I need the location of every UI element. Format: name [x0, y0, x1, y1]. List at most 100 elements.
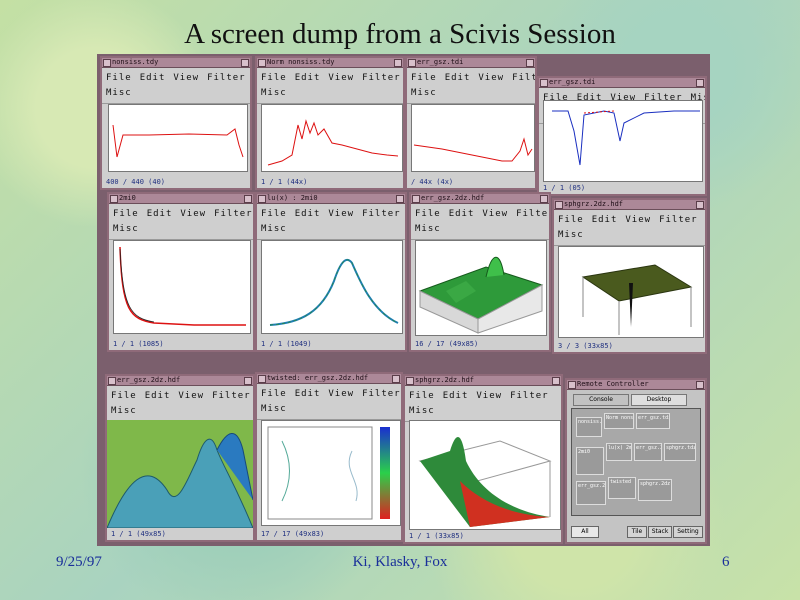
menu-filter[interactable]: Filter [362, 73, 401, 83]
window-menu-icon[interactable] [408, 59, 416, 67]
window-menu-icon[interactable] [555, 201, 563, 209]
menu-file[interactable]: File [415, 209, 441, 219]
window-err-gsz-1[interactable]: err_gsz.tdi File Edit View Filter Misc / 44x… [405, 56, 537, 190]
title-bar[interactable]: err_gsz.tdi [539, 78, 705, 88]
menu-view[interactable]: View [625, 215, 651, 225]
menu-view[interactable]: View [478, 73, 504, 83]
title-bar[interactable]: Remote Controller [567, 380, 705, 390]
menu-filter[interactable]: Filter [516, 209, 549, 219]
menu-view[interactable]: View [482, 209, 508, 219]
tab-console[interactable]: Console [573, 394, 629, 406]
preview-window[interactable]: sphgrz.2dz [638, 479, 672, 501]
window-menu-icon[interactable] [258, 59, 266, 67]
window-select-dropdown[interactable]: All [571, 526, 599, 538]
menu-file[interactable]: File [113, 209, 139, 219]
menu-filter[interactable]: Filter [362, 389, 401, 399]
window-sphgrz-2dz-2[interactable]: sphgrz.2dz.hdf File Edit View Filter Misc 1 … [403, 374, 563, 544]
preview-window[interactable]: 2mi0 [576, 447, 604, 475]
menu-edit[interactable]: Edit [295, 389, 321, 399]
menu-misc[interactable]: Misc [411, 88, 437, 98]
window-menu-icon[interactable] [568, 381, 576, 389]
title-bar[interactable]: 2mi0 [109, 194, 253, 204]
menu-filter[interactable]: Filter [362, 209, 401, 219]
window-err-gsz-2dz-2[interactable]: err_gsz.2dz.hdf File Edit View Filter Misc 1… [105, 374, 255, 542]
maximize-icon[interactable] [244, 377, 252, 385]
window-menu-icon[interactable] [540, 79, 548, 87]
title-bar[interactable]: err_gsz.tdi [407, 58, 535, 68]
maximize-icon[interactable] [392, 375, 400, 383]
preview-window[interactable]: err_gsz.2d [576, 481, 606, 505]
title-bar[interactable]: nonsiss.tdy [102, 58, 250, 68]
maximize-icon[interactable] [526, 59, 534, 67]
title-bar[interactable]: err_gsz.2dz.hdf [411, 194, 549, 204]
window-lux-2mi0[interactable]: lu(x) : 2mi0 File Edit View Filter Misc 1 / … [255, 192, 407, 352]
menu-edit[interactable]: Edit [295, 73, 321, 83]
maximize-icon[interactable] [396, 195, 404, 203]
preview-window[interactable]: nonsiss.1 [576, 417, 602, 437]
menu-filter[interactable]: Filter [207, 73, 246, 83]
window-err-gsz-2dz-1[interactable]: err_gsz.2dz.hdf File Edit View Filter Misc 1… [409, 192, 551, 352]
setting-button[interactable]: Setting [673, 526, 703, 538]
menu-filter[interactable]: Filter [212, 391, 251, 401]
menu-view[interactable]: View [476, 391, 502, 401]
window-menu-icon[interactable] [108, 377, 116, 385]
menu-view[interactable]: View [178, 391, 204, 401]
window-menu-icon[interactable] [103, 59, 111, 67]
menu-misc[interactable]: Misc [261, 224, 287, 234]
preview-window[interactable]: lu(x) 2mi0 [606, 443, 632, 461]
window-menu-icon[interactable] [406, 377, 414, 385]
preview-window[interactable]: sphgrz.tdz [664, 443, 696, 461]
menu-view[interactable]: View [180, 209, 206, 219]
menu-misc[interactable]: Misc [261, 88, 287, 98]
menu-misc[interactable]: Misc [106, 88, 132, 98]
menu-edit[interactable]: Edit [443, 391, 469, 401]
title-bar[interactable]: twisted: err_gsz.2dz.hdf [257, 374, 401, 384]
menu-edit[interactable]: Edit [295, 209, 321, 219]
title-bar[interactable]: Norm nonsiss.tdy [257, 58, 403, 68]
menu-misc[interactable]: Misc [261, 404, 287, 414]
stack-button[interactable]: Stack [648, 526, 672, 538]
window-menu-icon[interactable] [110, 195, 118, 203]
menu-misc[interactable]: Misc [415, 224, 441, 234]
tab-desktop[interactable]: Desktop [631, 394, 687, 406]
maximize-icon[interactable] [244, 195, 252, 203]
title-bar[interactable]: err_gsz.2dz.hdf [107, 376, 253, 386]
menu-filter[interactable]: Filter [512, 73, 535, 83]
menu-filter[interactable]: Filter [510, 391, 549, 401]
maximize-icon[interactable] [696, 201, 704, 209]
menu-file[interactable]: File [411, 73, 437, 83]
window-sphgrz-2dz-1[interactable]: sphgrz.2dz.hdf File Edit View Filter Misc 3 … [552, 198, 707, 354]
menu-misc[interactable]: Misc [113, 224, 139, 234]
title-bar[interactable]: sphgrz.2dz.hdf [554, 200, 705, 210]
menu-filter[interactable]: Filter [659, 215, 698, 225]
menu-view[interactable]: View [173, 73, 199, 83]
menu-misc[interactable]: Misc [111, 406, 137, 416]
menu-filter[interactable]: Filter [214, 209, 253, 219]
preview-window[interactable]: Norm nonsiss [604, 413, 634, 429]
menu-edit[interactable]: Edit [445, 73, 471, 83]
menu-edit[interactable]: Edit [449, 209, 475, 219]
menu-file[interactable]: File [261, 389, 287, 399]
menu-view[interactable]: View [328, 389, 354, 399]
title-bar[interactable]: sphgrz.2dz.hdf [405, 376, 561, 386]
window-menu-icon[interactable] [412, 195, 420, 203]
menu-misc[interactable]: Misc [558, 230, 584, 240]
menu-file[interactable]: File [409, 391, 435, 401]
maximize-icon[interactable] [540, 195, 548, 203]
tile-button[interactable]: Tile [627, 526, 647, 538]
title-bar[interactable]: lu(x) : 2mi0 [257, 194, 405, 204]
menu-edit[interactable]: Edit [140, 73, 166, 83]
menu-edit[interactable]: Edit [147, 209, 173, 219]
menu-misc[interactable]: Misc [409, 406, 435, 416]
maximize-icon[interactable] [552, 377, 560, 385]
menu-file[interactable]: File [111, 391, 137, 401]
maximize-icon[interactable] [241, 59, 249, 67]
menu-view[interactable]: View [328, 73, 354, 83]
window-err-gsz-2[interactable]: err_gsz.tdi FileEditViewFilterMisc 1 / 1… [537, 76, 707, 196]
menu-file[interactable]: File [261, 209, 287, 219]
preview-window[interactable]: err_gsz.2dz [634, 443, 662, 461]
window-2mi0[interactable]: 2mi0 File Edit View Filter Misc 1 / 1 (1085) [107, 192, 255, 352]
menu-file[interactable]: File [558, 215, 584, 225]
menu-view[interactable]: View [328, 209, 354, 219]
window-menu-icon[interactable] [258, 195, 266, 203]
